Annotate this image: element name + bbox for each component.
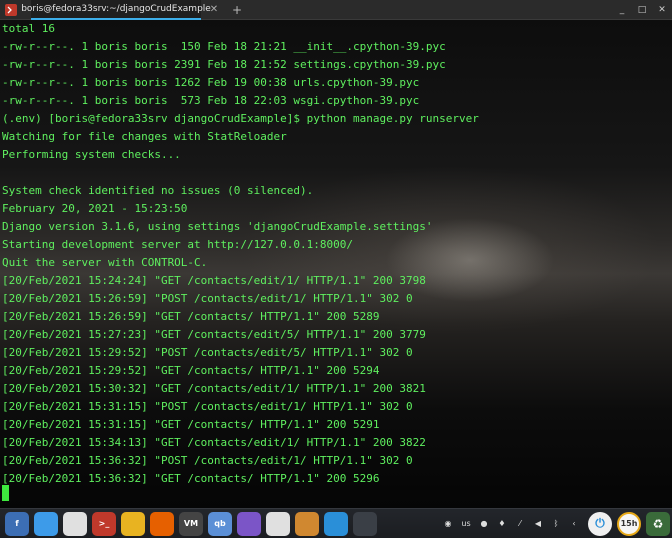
terminal-cursor — [2, 485, 9, 501]
terminal-line: [20/Feb/2021 15:26:59] "POST /contacts/e… — [2, 292, 413, 305]
minimize-button[interactable]: _ — [612, 5, 632, 15]
image-viewer-icon[interactable] — [295, 511, 319, 536]
theme-tool-icon[interactable] — [266, 511, 290, 536]
keyboard-layout-indicator[interactable]: us — [457, 513, 475, 535]
terminal-icon[interactable]: >_ — [92, 511, 116, 536]
virt-manager-icon[interactable]: VM — [179, 511, 203, 536]
volume-icon[interactable]: ◀ — [529, 513, 547, 535]
terminal-line: [20/Feb/2021 15:27:23] "GET /contacts/ed… — [2, 328, 426, 341]
clock-widget[interactable]: 15h — [617, 511, 641, 536]
chevron-left-icon[interactable]: ‹ — [565, 513, 583, 535]
terminal-line: (.env) [boris@fedora33srv djangoCrudExam… — [2, 112, 479, 125]
terminal-line: System check identified no issues (0 sil… — [2, 184, 314, 197]
fedora-icon[interactable]: f — [5, 511, 29, 536]
terminal-line: Quit the server with CONTROL-C. — [2, 256, 208, 269]
terminal-line: [20/Feb/2021 15:29:52] "GET /contacts/ H… — [2, 364, 380, 377]
maximize-button[interactable]: □ — [632, 5, 652, 15]
terminal-line: Watching for file changes with StatReloa… — [2, 130, 287, 143]
terminal-line: [20/Feb/2021 15:29:52] "POST /contacts/e… — [2, 346, 413, 359]
tray-app-icon[interactable]: ● — [475, 513, 493, 535]
terminal-line: [20/Feb/2021 15:31:15] "GET /contacts/ H… — [2, 418, 380, 431]
taskbar: f >_ VM qb ◉ us ● ♦ ⁄ ◀ ᛒ ‹ ⏻ 15h ♻ — [0, 508, 672, 538]
microphone-icon[interactable]: ♦ — [493, 513, 511, 535]
tab-close-button[interactable]: ✕ — [201, 4, 227, 15]
qbittorrent-icon[interactable]: qb — [208, 511, 232, 536]
terminal-line: -rw-r--r--. 1 boris boris 150 Feb 18 21:… — [2, 40, 446, 53]
terminal-line: [20/Feb/2021 15:36:32] "POST /contacts/e… — [2, 454, 413, 467]
terminal-app-icon[interactable] — [5, 3, 17, 16]
terminal-line: Starting development server at http://12… — [2, 238, 353, 251]
terminal-output[interactable]: total 16 -rw-r--r--. 1 boris boris 150 Fe… — [0, 20, 672, 508]
terminal-line: [20/Feb/2021 15:31:15] "POST /contacts/e… — [2, 400, 413, 413]
terminal-line: [20/Feb/2021 15:30:32] "GET /contacts/ed… — [2, 382, 426, 395]
network-icon[interactable]: ◉ — [439, 513, 457, 535]
terminal-line: Django version 3.1.6, using settings 'dj… — [2, 220, 433, 233]
firefox-icon[interactable] — [150, 511, 174, 536]
new-tab-button[interactable]: + — [227, 3, 247, 17]
software-store-icon[interactable] — [34, 511, 58, 536]
window-titlebar: boris@fedora33srv:~/djangoCrudExample ✕ … — [0, 0, 672, 20]
mic-muted-icon[interactable]: ⁄ — [511, 513, 529, 535]
monitor-icon[interactable] — [353, 511, 377, 536]
window-switcher-icon[interactable] — [324, 511, 348, 536]
tab-title: boris@fedora33srv:~/djangoCrudExample — [21, 3, 211, 14]
terminal-line: [20/Feb/2021 15:26:59] "GET /contacts/ H… — [2, 310, 380, 323]
settings-gear-icon[interactable] — [63, 511, 87, 536]
close-button[interactable]: ✕ — [652, 5, 672, 15]
terminal-line: [20/Feb/2021 15:36:32] "GET /contacts/ H… — [2, 472, 380, 485]
terminal-line: -rw-r--r--. 1 boris boris 573 Feb 18 22:… — [2, 94, 420, 107]
terminal-line: February 20, 2021 - 15:23:50 — [2, 202, 188, 215]
bluetooth-icon[interactable]: ᛒ — [547, 513, 565, 535]
terminal-line: -rw-r--r--. 1 boris boris 2391 Feb 18 21… — [2, 58, 446, 71]
terminal-line: [20/Feb/2021 15:34:13] "GET /contacts/ed… — [2, 436, 426, 449]
terminal-line: total 16 — [2, 22, 55, 35]
terminal-line: Performing system checks... — [2, 148, 181, 161]
media-player-icon[interactable] — [237, 511, 261, 536]
chrome-icon[interactable] — [121, 511, 145, 536]
terminal-line: -rw-r--r--. 1 boris boris 1262 Feb 19 00… — [2, 76, 420, 89]
terminal-line: [20/Feb/2021 15:24:24] "GET /contacts/ed… — [2, 274, 426, 287]
terminal-tab[interactable]: boris@fedora33srv:~/djangoCrudExample — [21, 0, 211, 20]
trash-icon[interactable]: ♻ — [646, 511, 670, 536]
power-button[interactable]: ⏻ — [588, 511, 612, 536]
